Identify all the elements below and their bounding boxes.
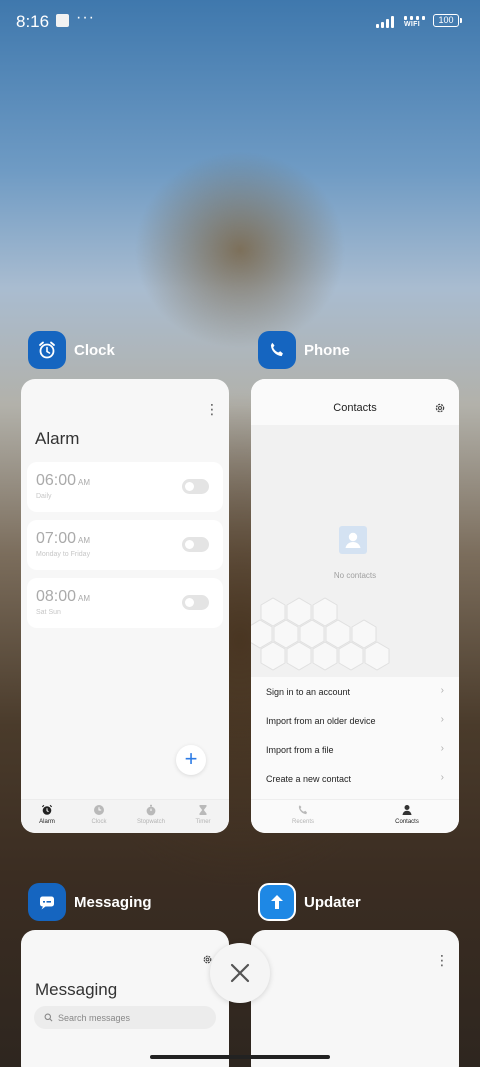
tab-label: Recents (291, 819, 314, 825)
alarm-toggle[interactable] (182, 595, 209, 610)
phone-app-card[interactable]: Contacts No contacts Sign in to an accou… (251, 379, 459, 833)
app-header-updater[interactable]: Updater (258, 882, 361, 922)
screen-title: Contacts (333, 402, 377, 414)
stopwatch-icon (146, 804, 156, 816)
search-placeholder: Search messages (58, 1012, 131, 1023)
tab-label: Contacts (395, 819, 419, 825)
hexagon-pattern (251, 597, 390, 671)
message-bubble-icon (28, 883, 66, 921)
clear-all-button[interactable] (210, 943, 270, 1003)
cellular-signal-icon (376, 15, 398, 28)
tab-label: Stopwatch (136, 819, 166, 825)
chevron-right-icon: › (440, 714, 444, 725)
phone-icon (298, 805, 307, 815)
search-messages-input[interactable]: Search messages (34, 1006, 216, 1029)
screen-title: Alarm (35, 429, 80, 448)
alarm-repeat: Daily (36, 493, 52, 500)
menu-item-label: Import from an older device (266, 715, 376, 726)
menu-item-label: Import from a file (266, 744, 334, 755)
tab-label: Clock (91, 819, 107, 825)
network-label: WIFI (404, 21, 420, 28)
alarm-repeat: Monday to Friday (36, 551, 91, 558)
menu-item-import-file[interactable]: Import from a file › (251, 735, 459, 764)
close-icon (230, 963, 250, 983)
wifi-signal-icon (404, 14, 428, 20)
status-time: 8:16 (16, 12, 50, 31)
alarm-time: 06:00 (36, 472, 77, 489)
alarm-toggle[interactable] (182, 479, 209, 494)
hourglass-icon (199, 805, 207, 815)
app-name: Phone (304, 341, 350, 359)
chevron-right-icon: › (440, 743, 444, 754)
phone-tab-bar: Recents Contacts (251, 799, 459, 833)
tab-label: Timer (195, 819, 211, 825)
menu-item-create-contact[interactable]: Create a new contact › (251, 764, 459, 793)
alarm-toggle[interactable] (182, 537, 209, 552)
menu-item-import-older-device[interactable]: Import from an older device › (251, 706, 459, 735)
notification-icon (56, 14, 69, 27)
menu-item-label: Create a new contact (266, 773, 352, 784)
more-options-icon[interactable]: ⋮ (435, 952, 449, 969)
tab-clock[interactable]: Clock (73, 800, 125, 833)
contacts-options-menu: Sign in to an account › Import from an ol… (251, 677, 459, 795)
alarm-clock-icon (28, 331, 66, 369)
clock-app-card[interactable]: ⋮ Alarm 06:00 AM Daily 07:00 AM Monday to … (21, 379, 229, 833)
alarm-time: 08:00 (36, 588, 77, 605)
alarm-icon (41, 804, 53, 815)
tab-alarm[interactable]: Alarm (21, 800, 73, 833)
alarm-item[interactable]: 08:00 AM Sat Sun (27, 578, 223, 628)
up-arrow-icon (258, 883, 296, 921)
battery-icon: 100 (433, 14, 462, 27)
updater-app-card[interactable]: ⋮ (251, 930, 459, 1067)
chevron-right-icon: › (440, 772, 444, 783)
home-indicator[interactable] (150, 1055, 330, 1059)
app-header-clock[interactable]: Clock (28, 330, 115, 370)
app-name: Updater (304, 893, 361, 911)
phone-icon (258, 331, 296, 369)
contact-placeholder-icon (339, 526, 367, 554)
person-icon (402, 805, 412, 815)
app-name: Clock (74, 341, 115, 359)
alarm-item[interactable]: 07:00 AM Monday to Friday (27, 520, 223, 570)
alarm-ampm: AM (78, 536, 91, 545)
more-notifications-icon: ··· (76, 9, 95, 26)
alarm-repeat: Sat Sun (36, 609, 61, 616)
app-name: Messaging (74, 893, 152, 911)
clock-tab-bar: Alarm Clock Stopwatch Timer (21, 799, 229, 833)
menu-item-sign-in[interactable]: Sign in to an account › (251, 677, 459, 706)
app-header-phone[interactable]: Phone (258, 330, 350, 370)
tab-stopwatch[interactable]: Stopwatch (125, 800, 177, 833)
search-icon (44, 1013, 53, 1022)
alarm-ampm: AM (78, 594, 91, 603)
alarm-item[interactable]: 06:00 AM Daily (27, 462, 223, 512)
screen-title: Messaging (35, 980, 118, 999)
alarm-time: 07:00 (36, 530, 77, 547)
app-header-messaging[interactable]: Messaging (28, 882, 152, 922)
add-alarm-button[interactable]: + (176, 745, 206, 775)
tab-label: Alarm (39, 819, 55, 825)
clock-icon (94, 805, 104, 815)
more-options-icon[interactable]: ⋮ (205, 401, 219, 418)
tab-contacts[interactable]: Contacts (355, 800, 459, 833)
chevron-right-icon: › (440, 685, 444, 696)
tab-recents[interactable]: Recents (251, 800, 355, 833)
status-bar: 8:16 ··· WIFI 100 (0, 0, 480, 44)
messaging-app-card[interactable]: Messaging Search messages (21, 930, 229, 1067)
alarm-ampm: AM (78, 478, 91, 487)
contacts-empty-area: No contacts (251, 425, 459, 677)
menu-item-label: Sign in to an account (266, 686, 351, 697)
tab-timer[interactable]: Timer (177, 800, 229, 833)
settings-gear-icon[interactable] (434, 402, 446, 414)
empty-state-text: No contacts (333, 571, 377, 580)
